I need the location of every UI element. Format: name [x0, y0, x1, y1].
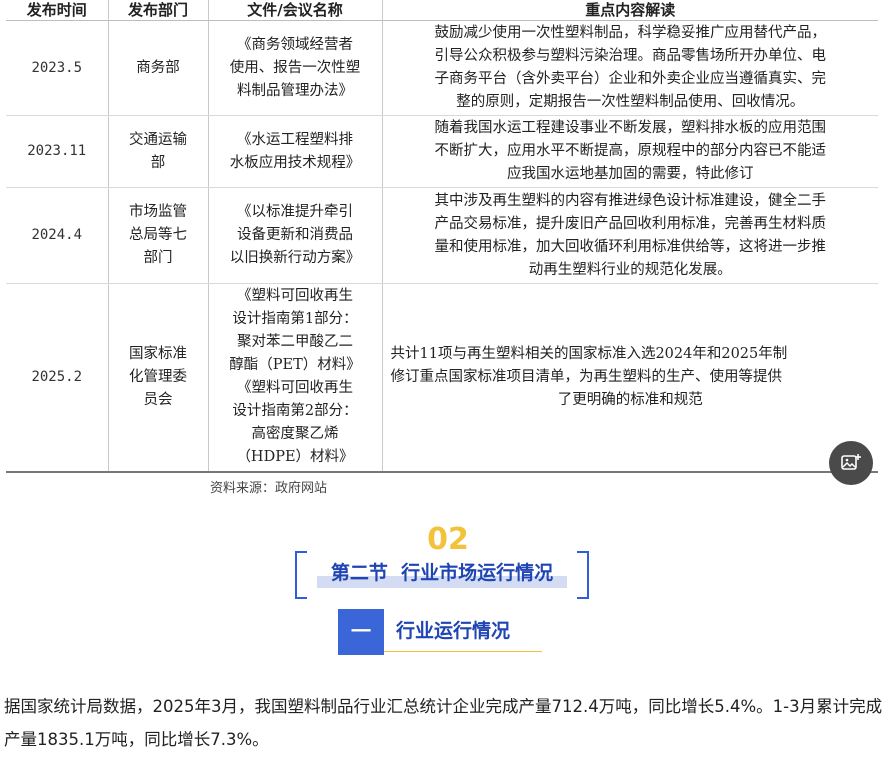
cell-date: 2024.4 [6, 187, 109, 284]
policy-table: 发布时间 发布部门 文件/会议名称 重点内容解读 2023.5 商务部 《商务领… [6, 0, 878, 473]
cell-dept: 交通运输 部 [108, 115, 209, 188]
table-row: 2023.5 商务部 《商务领域经营者 使用、报告一次性塑 料制品管理办法》 鼓… [6, 20, 878, 116]
image-edit-button[interactable] [829, 441, 873, 485]
desc-line: 不断扩大，应用水平不断提高，原规程中的部分内容已不能适 [434, 143, 827, 159]
section-title: 第二节 行业市场运行情况 [317, 559, 567, 588]
desc-line: 应我国水运地基加固的需要，特此修订 [507, 166, 754, 182]
image-edit-icon [841, 454, 861, 470]
desc-line: 产品交易标准，提升废旧产品回收利用标准，完善再生材料质 [434, 215, 827, 232]
doc-line: 《商务领域经营者 [237, 36, 353, 53]
doc-line: 高密度聚乙烯 [251, 426, 339, 443]
dept-line: 市场监管 [129, 204, 187, 220]
doc-line: 设备更新和消费品 [237, 227, 353, 243]
cell-dept: 市场监管 总局等七 部门 [108, 187, 209, 284]
section-heading: 第二节 行业市场运行情况 [295, 551, 589, 599]
cell-desc: 其中涉及再生塑料的内容有推进绿色设计标准建设，健全二手 产品交易标准，提升废旧产… [382, 187, 878, 284]
body-paragraph: 据国家统计局数据，2025年3月，我国塑料制品行业汇总统计企业完成产量712.4… [4, 697, 883, 749]
desc-line: 共计11项与再生塑料相关的国家标准入选2024年和2025年制 [390, 345, 788, 362]
dept-line: 部 [150, 154, 166, 171]
table-row: 2023.11 交通运输 部 《水运工程塑料排 水板应用技术规程》 随着我国水运… [6, 115, 878, 188]
doc-line: 《水运工程塑料排 [237, 131, 353, 148]
table-source-note: 资料来源：政府网站 [210, 481, 328, 496]
doc-line: （HDPE）材料》 [236, 449, 354, 466]
desc-line: 子商务平台（含外卖平台）企业和外卖企业应当遵循真实、完 [434, 71, 827, 87]
cell-desc: 共计11项与再生塑料相关的国家标准入选2024年和2025年制 修订重点国家标准… [382, 283, 878, 473]
cell-dept: 国家标准 化管理委 员会 [108, 283, 209, 473]
cell-date: 2023.5 [6, 20, 109, 116]
desc-line: 整的原则，定期报告一次性塑料制品使用、回收情况。 [456, 94, 805, 110]
doc-line: 聚对苯二甲酸乙二 [237, 334, 353, 351]
dept-line: 总局等七 [129, 227, 187, 243]
subsection-marker: 一 [338, 609, 384, 655]
doc-line: 《塑料可回收再生 [237, 288, 353, 305]
desc-line: 修订重点国家标准项目清单，为再生塑料的生产、使用等提供 [390, 368, 783, 385]
cell-desc: 鼓励减少使用一次性塑料制品，科学稳妥推广应用替代产品， 引导公众积极参与塑料污染… [382, 20, 878, 116]
bracket-right [577, 551, 589, 599]
doc-line: 醇酯（PET）材料》 [229, 357, 361, 374]
doc-line: 以旧换新行动方案》 [229, 250, 361, 266]
doc-line: 水板应用技术规程》 [229, 154, 361, 171]
desc-line: 鼓励减少使用一次性塑料制品，科学稳妥推广应用替代产品， [434, 25, 827, 41]
header-doc: 文件/会议名称 [208, 0, 383, 21]
bracket-left [295, 551, 307, 599]
cell-doc: 《水运工程塑料排 水板应用技术规程》 [208, 115, 383, 188]
table-header-row: 发布时间 发布部门 文件/会议名称 重点内容解读 [6, 0, 878, 21]
cell-date: 2023.11 [6, 115, 109, 188]
dept-line: 部门 [143, 250, 173, 266]
dept-line: 国家标准 [129, 345, 187, 362]
desc-line: 量和使用标准，加大回收循环利用标准供给等，这将进一步推 [434, 238, 827, 255]
doc-line: 料制品管理办法》 [237, 82, 353, 99]
dept-line: 化管理委 [129, 368, 187, 385]
dept-line: 交通运输 [129, 131, 187, 148]
header-dept: 发布部门 [108, 0, 209, 21]
cell-desc: 随着我国水运工程建设事业不断发展，塑料排水板的应用范围 不断扩大，应用水平不断提… [382, 115, 878, 188]
table-row: 2024.4 市场监管 总局等七 部门 《以标准提升牵引 设备更新和消费品 以旧… [6, 187, 878, 284]
doc-line: 《以标准提升牵引 [237, 204, 353, 220]
dept-line: 员会 [143, 391, 173, 408]
table-row: 2025.2 国家标准 化管理委 员会 《塑料可回收再生 设计指南第1部分： 聚… [6, 283, 878, 473]
desc-line: 动再生塑料行业的规范化发展。 [528, 261, 732, 278]
header-desc: 重点内容解读 [382, 0, 878, 21]
cell-dept: 商务部 [108, 20, 209, 116]
desc-line: 引导公众积极参与塑料污染治理。商品零售场所开办单位、电 [434, 48, 827, 64]
desc-line: 随着我国水运工程建设事业不断发展，塑料排水板的应用范围 [434, 120, 827, 136]
desc-line: 其中涉及再生塑料的内容有推进绿色设计标准建设，健全二手 [434, 192, 827, 209]
desc-line: 了更明确的标准和规范 [557, 391, 703, 408]
cell-doc: 《塑料可回收再生 设计指南第1部分： 聚对苯二甲酸乙二 醇酯（PET）材料》 《… [208, 283, 383, 473]
doc-line: 《塑料可回收再生 [237, 380, 353, 397]
subsection-title: 行业运行情况 [396, 620, 511, 642]
dept-line: 商务部 [136, 59, 180, 76]
cell-date: 2025.2 [6, 283, 109, 473]
header-date: 发布时间 [6, 0, 109, 21]
cell-doc: 《商务领域经营者 使用、报告一次性塑 料制品管理办法》 [208, 20, 383, 116]
subsection-underline [384, 651, 542, 652]
doc-line: 使用、报告一次性塑 [229, 59, 361, 76]
doc-line: 设计指南第1部分： [232, 311, 358, 328]
doc-line: 设计指南第2部分： [232, 403, 358, 420]
cell-doc: 《以标准提升牵引 设备更新和消费品 以旧换新行动方案》 [208, 187, 383, 284]
